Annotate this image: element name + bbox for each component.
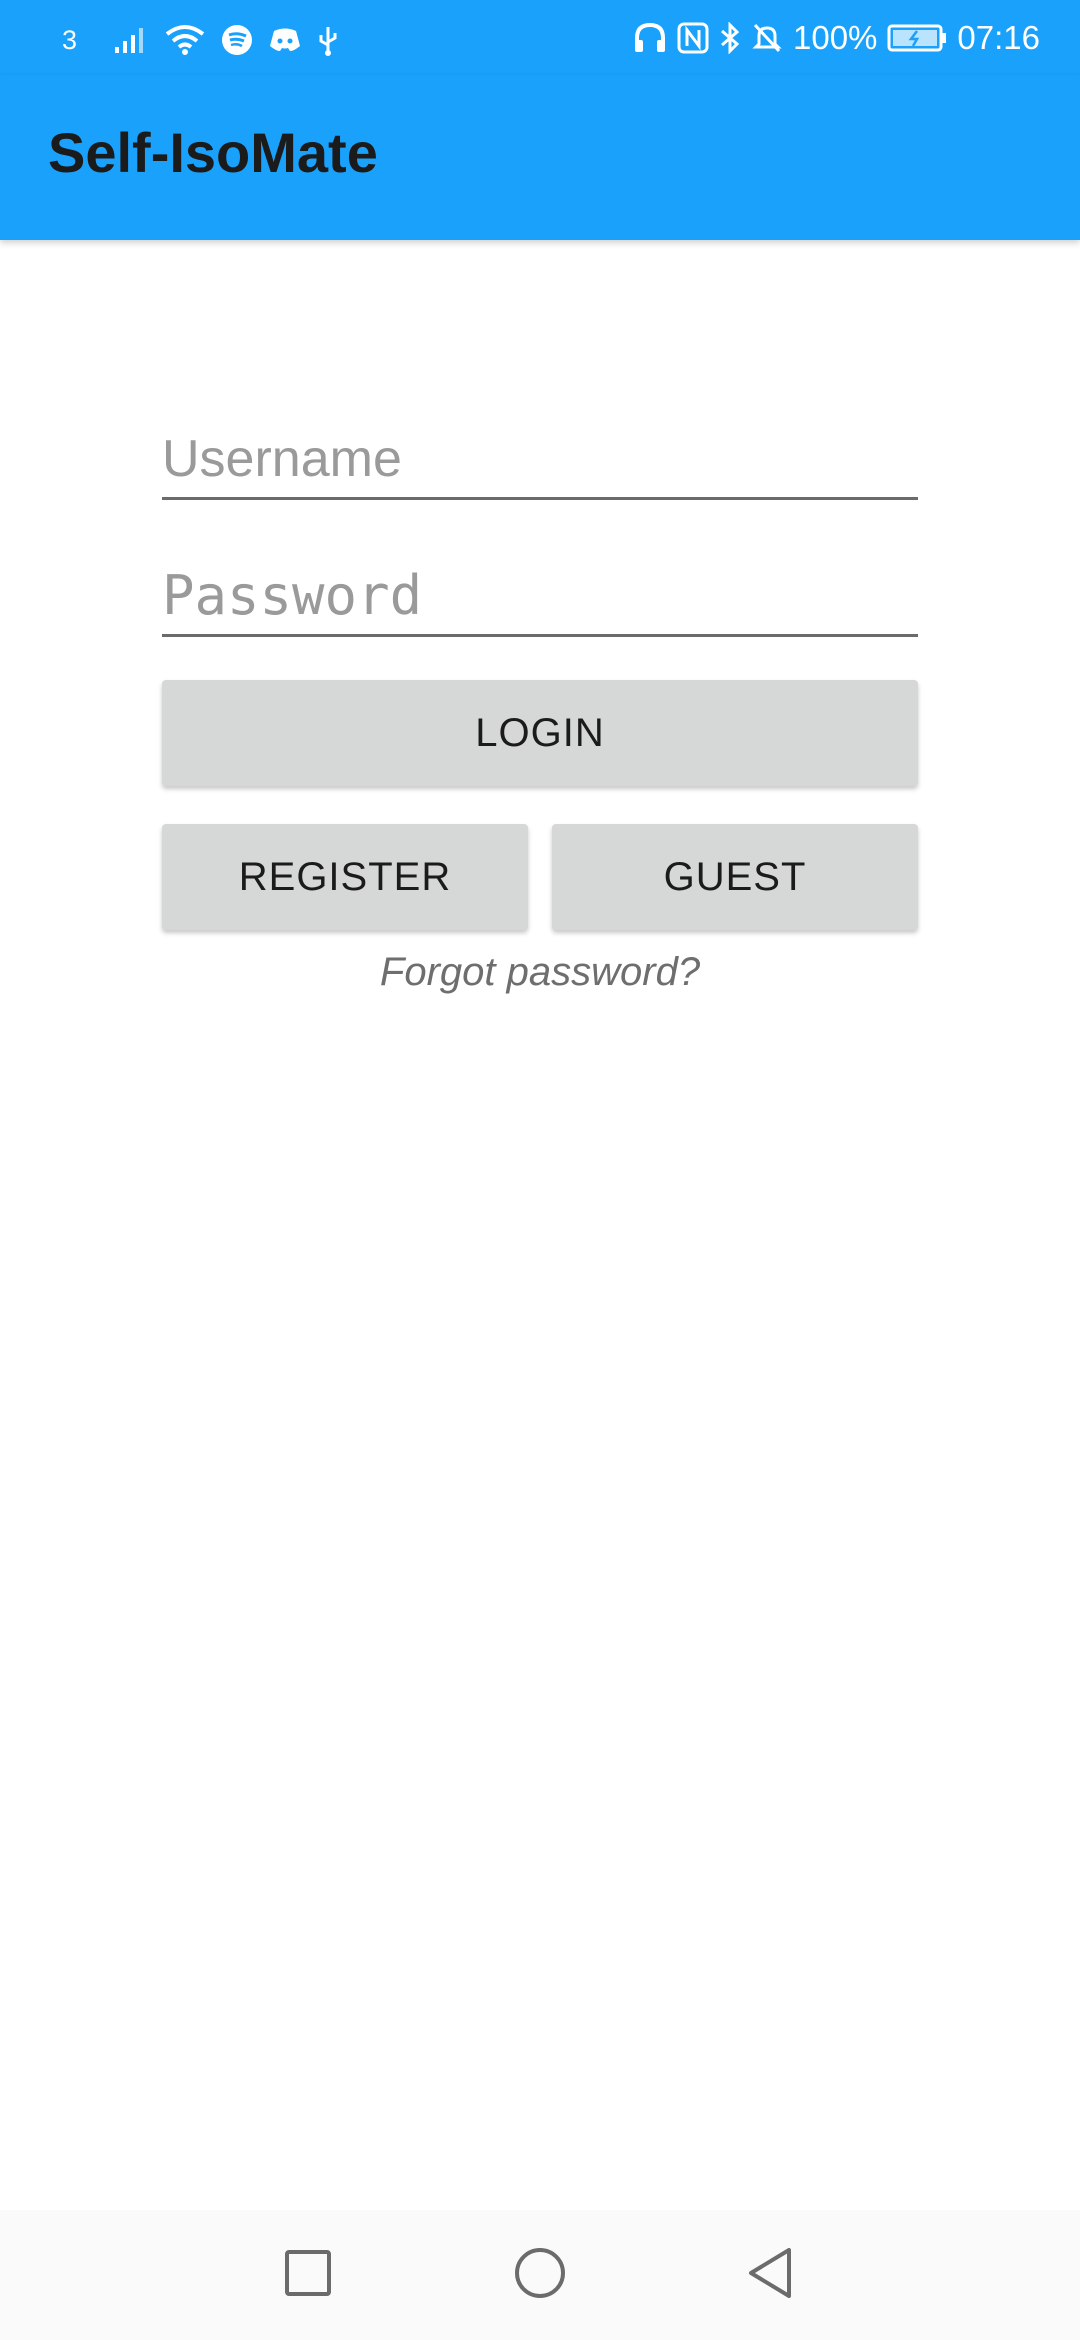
back-icon (745, 2246, 795, 2305)
home-icon (513, 2246, 567, 2305)
signal-icon (113, 25, 149, 55)
discord-icon (269, 27, 301, 53)
recent-apps-button[interactable] (273, 2240, 343, 2310)
wifi-icon (165, 24, 205, 56)
battery-percent: 100% (793, 19, 878, 56)
nfc-icon (677, 22, 709, 54)
register-button[interactable]: REGISTER (162, 824, 528, 930)
status-left: 3 (62, 20, 339, 60)
battery-icon (887, 23, 947, 53)
usb-icon (317, 23, 339, 57)
app-toolbar: Self-IsoMate (0, 75, 1080, 240)
headphones-icon (633, 22, 667, 54)
login-button[interactable]: LOGIN (162, 680, 918, 786)
status-right: 100% 07:16 (633, 16, 1040, 60)
forgot-password-link[interactable]: Forgot password? (162, 950, 918, 995)
clock: 07:16 (957, 19, 1040, 56)
back-button[interactable] (735, 2240, 805, 2310)
mute-bell-icon (751, 22, 783, 54)
home-button[interactable] (505, 2240, 575, 2310)
password-input[interactable] (162, 557, 918, 637)
spotify-icon (221, 24, 253, 56)
status-bar: 3 100% 07:16 (0, 0, 1080, 75)
bluetooth-icon (719, 22, 741, 54)
username-input[interactable] (162, 420, 918, 500)
guest-button[interactable]: GUEST (552, 824, 918, 930)
app-title: Self-IsoMate (48, 121, 378, 184)
system-nav-bar (0, 2210, 1080, 2340)
recent-apps-icon (283, 2248, 333, 2303)
carrier-label: 3 (62, 24, 78, 55)
